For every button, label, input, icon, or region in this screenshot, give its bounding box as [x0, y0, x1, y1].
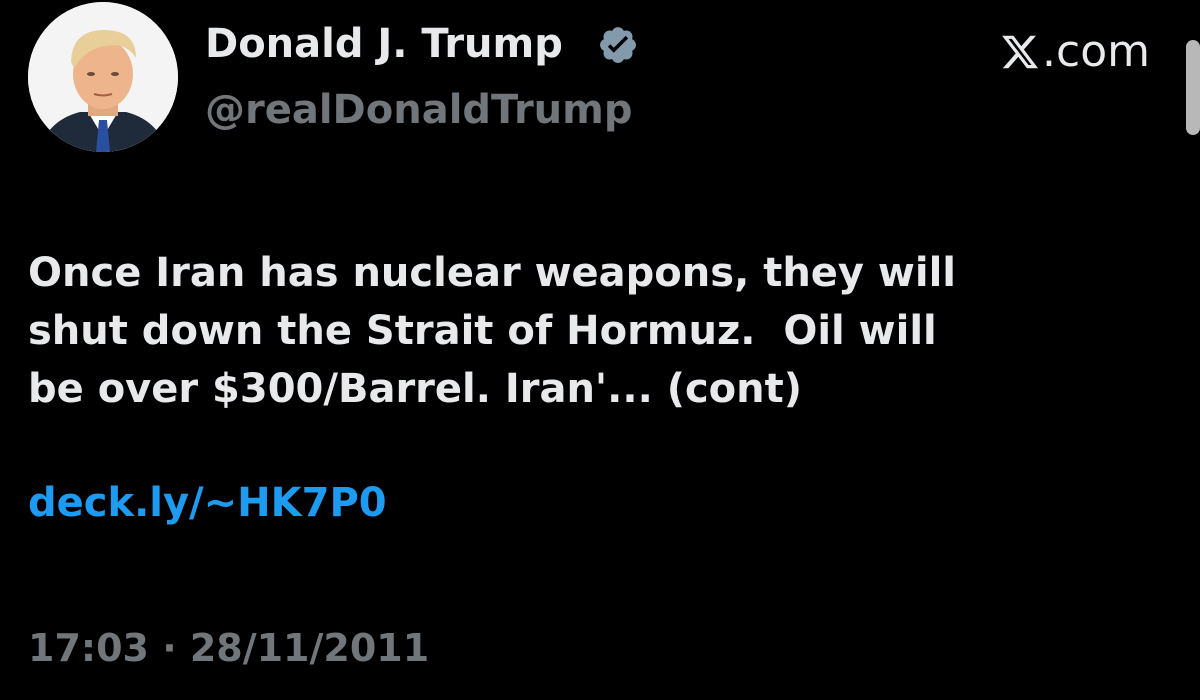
- x-logo-icon: [1002, 35, 1039, 69]
- profile-photo: [28, 2, 178, 152]
- display-name[interactable]: Donald J. Trump: [205, 16, 563, 72]
- site-label: .com: [1000, 24, 1150, 80]
- tweet-timestamp[interactable]: 17:03 · 28/11/2011: [28, 620, 429, 676]
- verified-badge-icon: [600, 27, 636, 63]
- tweet-text: Once Iran has nuclear weapons, they will…: [28, 250, 957, 412]
- scrollbar[interactable]: [1186, 40, 1200, 135]
- tweet-link[interactable]: deck.ly/~HK7P0: [28, 474, 387, 532]
- site-label-text: .com: [1042, 26, 1150, 77]
- avatar[interactable]: [28, 2, 178, 152]
- user-handle[interactable]: @realDonaldTrump: [205, 82, 632, 138]
